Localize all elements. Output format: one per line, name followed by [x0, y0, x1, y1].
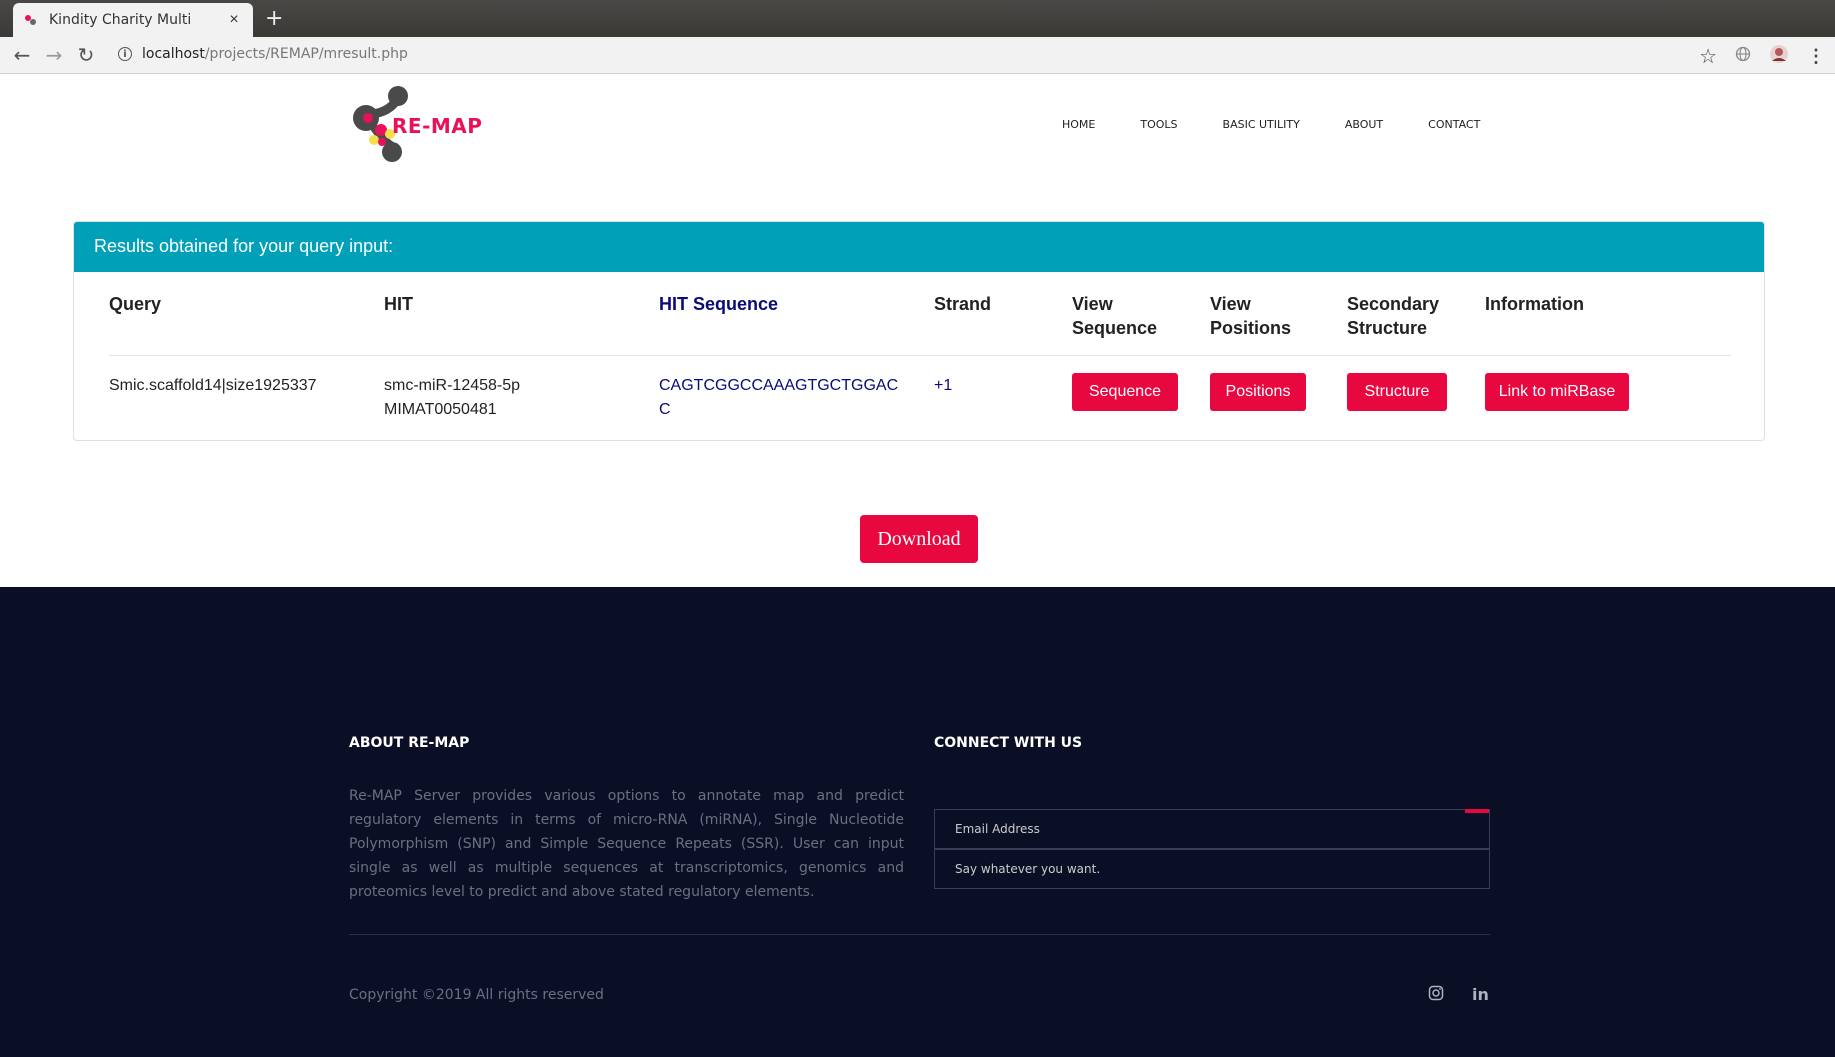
cell-query: Smic.scaffold14|size1925337 — [109, 377, 317, 394]
footer-about-text: Re-MAP Server provides various options t… — [349, 788, 904, 900]
download-button[interactable]: Download — [860, 515, 978, 563]
sequence-button[interactable]: Sequence — [1072, 373, 1178, 411]
col-secondary-structure: Secondary Structure — [1347, 294, 1440, 338]
browser-toolbar-right: ☆ ⋮ — [1699, 44, 1825, 69]
cell-hit-sequence: CAGTCGGCCAAAGTGCTGGAC C — [659, 374, 898, 422]
logo-text: RE-MAP — [392, 114, 483, 138]
col-query: Query — [109, 294, 162, 314]
cell-sequence-line1: CAGTCGGCCAAAGTGCTGGAC — [659, 377, 899, 394]
results-panel: Results obtained for your query input: Q… — [73, 221, 1765, 441]
cell-hit-name: smc-miR-12458-5p — [384, 377, 521, 394]
favicon-icon — [23, 12, 39, 28]
mirbase-link-button[interactable]: Link to miRBase — [1485, 373, 1629, 411]
forward-icon[interactable]: → — [40, 41, 68, 69]
main-nav: HOME TOOLS BASIC UTILITY ABOUT CONTACT — [1062, 118, 1525, 131]
instagram-icon[interactable] — [1428, 985, 1444, 1005]
site-footer: ABOUT RE-MAP Re-MAP Server provides vari… — [0, 587, 1835, 1057]
url-field[interactable]: i localhost/projects/REMAP/mresult.php — [118, 46, 408, 62]
row-divider — [109, 355, 1731, 356]
cell-strand: +1 — [934, 377, 953, 394]
tab-close-icon[interactable]: × — [225, 11, 243, 29]
cell-hit: smc-miR-12458-5p MIMAT0050481 — [384, 374, 520, 422]
info-icon[interactable]: i — [118, 47, 132, 61]
bookmark-star-icon[interactable]: ☆ — [1699, 44, 1717, 69]
results-heading: Results obtained for your query input: — [74, 222, 1764, 272]
logo[interactable]: RE-MAP — [350, 84, 500, 170]
browser-tab-bar: Kindity Charity Multi × + — [0, 0, 1835, 37]
col-view-sequence: View Sequence — [1072, 294, 1158, 338]
nav-basic-utility[interactable]: BASIC UTILITY — [1223, 118, 1300, 131]
browser-tab[interactable]: Kindity Charity Multi × — [13, 3, 253, 37]
col-view-positions: View Positions — [1210, 294, 1292, 338]
linkedin-icon[interactable]: in — [1472, 985, 1489, 1004]
col-strand: Strand — [934, 294, 992, 314]
nav-tools[interactable]: TOOLS — [1140, 118, 1177, 131]
copyright-text: Copyright ©2019 All rights reserved — [349, 987, 604, 1003]
tab-title: Kindity Charity Multi — [49, 12, 192, 28]
reload-icon[interactable]: ↻ — [72, 41, 100, 69]
nav-about[interactable]: ABOUT — [1345, 118, 1383, 131]
globe-icon[interactable] — [1735, 46, 1751, 67]
structure-button[interactable]: Structure — [1347, 373, 1447, 411]
new-tab-button[interactable]: + — [265, 6, 283, 31]
col-information: Information — [1485, 294, 1584, 314]
profile-avatar[interactable] — [1769, 44, 1789, 69]
url-path: /projects/REMAP/mresult.php — [204, 46, 408, 62]
menu-icon[interactable]: ⋮ — [1807, 46, 1825, 67]
col-hit-sequence: HIT Sequence — [659, 294, 779, 314]
email-field[interactable]: Email Address — [934, 809, 1490, 849]
email-field-accent — [1465, 809, 1489, 813]
back-icon[interactable]: ← — [8, 41, 36, 69]
nav-home[interactable]: HOME — [1062, 118, 1095, 131]
footer-about-title: ABOUT RE-MAP — [349, 735, 470, 751]
url-host: localhost — [142, 46, 205, 62]
nav-contact[interactable]: CONTACT — [1428, 118, 1480, 131]
site-header: RE-MAP HOME TOOLS BASIC UTILITY ABOUT CO… — [0, 74, 1835, 184]
positions-button[interactable]: Positions — [1210, 373, 1306, 411]
footer-connect-title: CONNECT WITH US — [934, 735, 1083, 751]
cell-sequence-line2: C — [659, 401, 671, 418]
col-hit: HIT — [384, 294, 413, 314]
footer-divider — [349, 934, 1490, 935]
message-field[interactable]: Say whatever you want. — [934, 849, 1490, 889]
cell-hit-accession: MIMAT0050481 — [384, 401, 497, 418]
address-bar: ← → ↻ i localhost/projects/REMAP/mresult… — [0, 37, 1835, 74]
